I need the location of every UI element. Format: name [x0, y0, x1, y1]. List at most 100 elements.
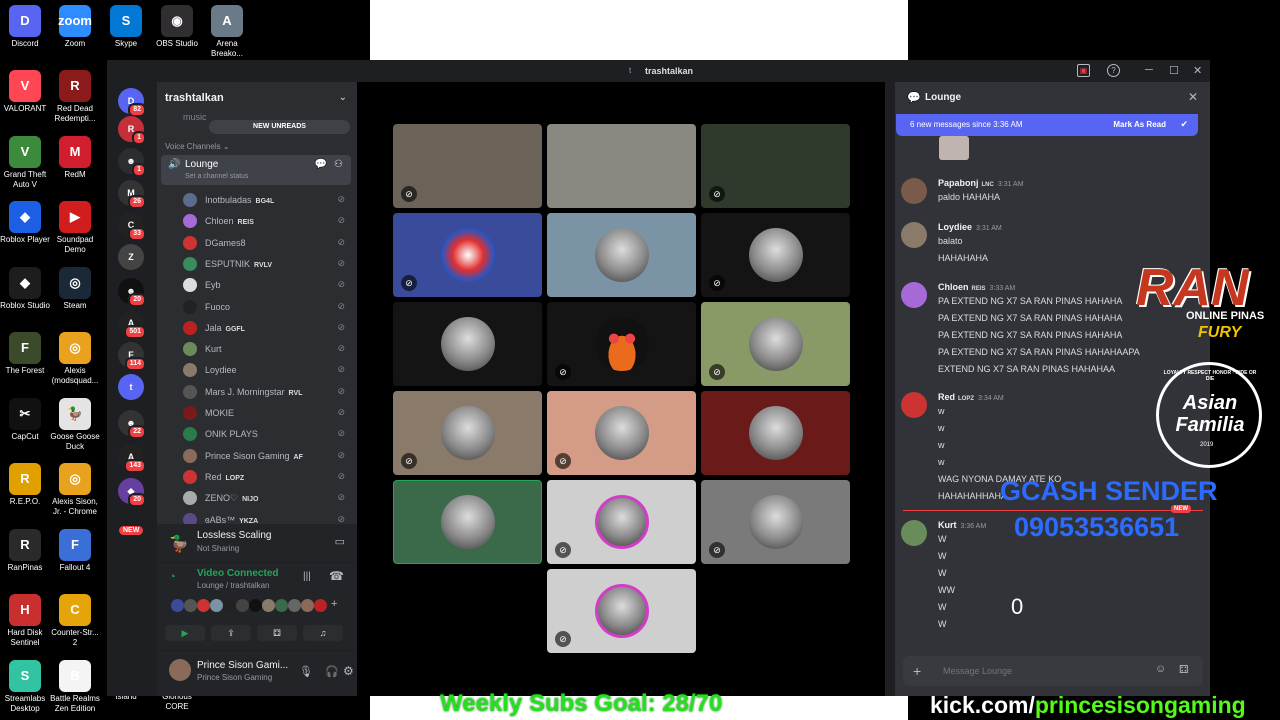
voice-member[interactable]: Eyb ⊘ [183, 275, 351, 295]
desktop-icon[interactable]: ◎ Alexis Sison, Jr. - Chrome [48, 463, 102, 517]
voice-member[interactable]: Inotbuladas BG4L ⊘ [183, 190, 351, 210]
server-icon[interactable]: A 501 [118, 310, 146, 339]
voice-member[interactable]: ɞABs™ YKZA ⊘ [183, 510, 351, 524]
help-icon[interactable]: ? [1107, 64, 1120, 77]
add-member-icon[interactable]: ⚇ [334, 159, 343, 170]
desktop-icon[interactable]: F Fallout 4 [48, 529, 102, 573]
voice-member[interactable]: ZENO♡ NIJO ⊘ [183, 488, 351, 508]
participant-avatar[interactable] [236, 599, 249, 612]
server-icon[interactable]: C 33 [118, 212, 146, 241]
voice-location[interactable]: Lounge / trashtalkan [197, 581, 270, 590]
desktop-icon[interactable]: R RanPinas [0, 529, 52, 573]
avatar[interactable] [901, 282, 927, 308]
voice-member[interactable]: Jala GGFL ⊘ [183, 318, 351, 338]
channel-music[interactable]: music [183, 112, 207, 122]
server-icon[interactable]: A 143 [118, 444, 146, 473]
desktop-icon[interactable]: ◆ Roblox Player [0, 201, 52, 245]
chat-icon[interactable]: 💬 [315, 159, 327, 170]
video-tile[interactable]: ⊘ [547, 302, 696, 386]
desktop-icon[interactable]: V VALORANT [0, 70, 52, 114]
video-tile[interactable]: ⊘ [547, 569, 696, 653]
desktop-icon[interactable]: R Red Dead Redempti... [48, 70, 102, 124]
voice-member[interactable]: DGames8 ⊘ [183, 233, 351, 253]
close-icon[interactable]: ✕ [1188, 90, 1198, 104]
voice-member[interactable]: Mars J. Morningstar RVL ⊘ [183, 382, 351, 402]
new-unreads-pill[interactable]: NEW UNREADS [209, 120, 350, 134]
video-tile[interactable]: ⊘ [701, 480, 850, 564]
server-icon[interactable]: t [118, 374, 144, 400]
server-icon[interactable]: ☻ 22 [118, 410, 146, 439]
message-author[interactable]: Loydiee 3:31 AM [938, 222, 1002, 232]
voice-member[interactable]: Kurt ⊘ [183, 339, 351, 359]
gear-icon[interactable]: ⚙ [343, 664, 354, 678]
desktop-icon[interactable]: M RedM [48, 136, 102, 180]
participant-avatar[interactable] [210, 599, 223, 612]
voice-channels-heading[interactable]: Voice Channels ⌄ [165, 142, 230, 151]
close-button[interactable]: ✕ [1193, 64, 1202, 77]
server-name[interactable]: trashtalkan [165, 92, 224, 104]
desktop-icon[interactable]: ✂ CapCut [0, 398, 52, 442]
server-icon[interactable]: ☻ 1 [118, 148, 146, 177]
voice-member[interactable]: ONIK PLAYS ⊘ [183, 424, 351, 444]
voice-member[interactable]: Fuoco ⊘ [183, 297, 351, 317]
server-icon[interactable]: ☻ 20 [118, 278, 146, 307]
camera-button[interactable]: ▶ [165, 625, 205, 641]
video-tile[interactable]: ⊘ [701, 302, 850, 386]
desktop-icon[interactable]: ◎ Steam [48, 267, 102, 311]
message-image[interactable] [939, 136, 969, 160]
message-author[interactable]: Red LOPZ 3:34 AM [938, 392, 1004, 402]
apps-icon[interactable]: ⚃ [1179, 663, 1189, 676]
activities-button[interactable]: ⚃ [257, 625, 297, 641]
voice-member[interactable]: Chloen REIS ⊘ [183, 211, 351, 231]
desktop-icon[interactable]: ▶ Soundpad Demo [48, 201, 102, 255]
new-messages-bar[interactable]: 6 new messages since 3:36 AM Mark As Rea… [896, 114, 1198, 136]
desktop-icon[interactable]: ◆ Roblox Studio [0, 267, 52, 311]
video-tile[interactable]: ⊘ [547, 480, 696, 564]
headphones-icon[interactable]: 🎧 [325, 665, 339, 678]
soundboard-button[interactable]: ♫ [303, 625, 343, 641]
message-input[interactable] [943, 663, 1143, 679]
participant-avatar[interactable] [223, 599, 236, 612]
desktop-icon[interactable]: ◎ Alexis (modsquad... [48, 332, 102, 386]
avatar[interactable] [169, 659, 191, 681]
participant-avatar[interactable] [288, 599, 301, 612]
server-icon[interactable]: ◆ 20 [118, 478, 146, 507]
desktop-icon[interactable]: V Grand Theft Auto V [0, 136, 52, 190]
desktop-icon[interactable]: D Discord [0, 5, 52, 49]
message-author[interactable]: Chloen REIS 3:33 AM [938, 282, 1015, 292]
participant-avatar[interactable] [184, 599, 197, 612]
participant-avatar[interactable] [171, 599, 184, 612]
video-tile[interactable]: ⊘ [701, 213, 850, 297]
screen-share-icon[interactable]: ▭ [335, 535, 345, 548]
channel-status[interactable]: Set a channel status [185, 173, 248, 180]
server-icon[interactable]: Z [118, 244, 144, 270]
participant-avatar[interactable] [301, 599, 314, 612]
server-icon[interactable]: R1 [118, 116, 146, 145]
share-screen-button[interactable]: ⇪ [211, 625, 251, 641]
desktop-icon[interactable]: zoom Zoom [48, 5, 102, 49]
video-tile[interactable]: ⊘ [547, 391, 696, 475]
voice-member[interactable]: Loydiee ⊘ [183, 360, 351, 380]
video-tile[interactable] [547, 124, 696, 208]
voice-member[interactable]: Prince Sison Gaming AF ⊘ [183, 446, 351, 466]
mark-as-read-button[interactable]: Mark As Read [1113, 120, 1166, 129]
desktop-icon[interactable]: H Hard Disk Sentinel [0, 594, 52, 648]
emoji-icon[interactable]: ☺ [1155, 663, 1166, 675]
video-tile[interactable] [701, 391, 850, 475]
video-tile[interactable]: ⊘ [701, 124, 850, 208]
chat-message[interactable]: Papabonj LNC 3:31 AM paldo HAHAHA [895, 178, 1195, 211]
server-icon[interactable]: D 82 [118, 88, 146, 117]
desktop-icon[interactable]: R R.E.P.O. [0, 463, 52, 507]
maximize-button[interactable]: ☐ [1169, 64, 1179, 77]
participant-avatar[interactable] [249, 599, 262, 612]
avatar[interactable] [901, 178, 927, 204]
video-tile[interactable] [393, 480, 542, 564]
participant-avatar[interactable] [275, 599, 288, 612]
participant-avatar[interactable] [197, 599, 210, 612]
user-name[interactable]: Prince Sison Gami... [197, 660, 288, 671]
message-author[interactable]: Papabonj LNC 3:31 AM [938, 178, 1024, 188]
video-connected-label[interactable]: Video Connected [197, 568, 279, 579]
chevron-down-icon[interactable]: ⌄ [339, 92, 347, 103]
message-author[interactable]: Kurt 3:36 AM [938, 520, 986, 530]
video-tile[interactable] [393, 302, 542, 386]
